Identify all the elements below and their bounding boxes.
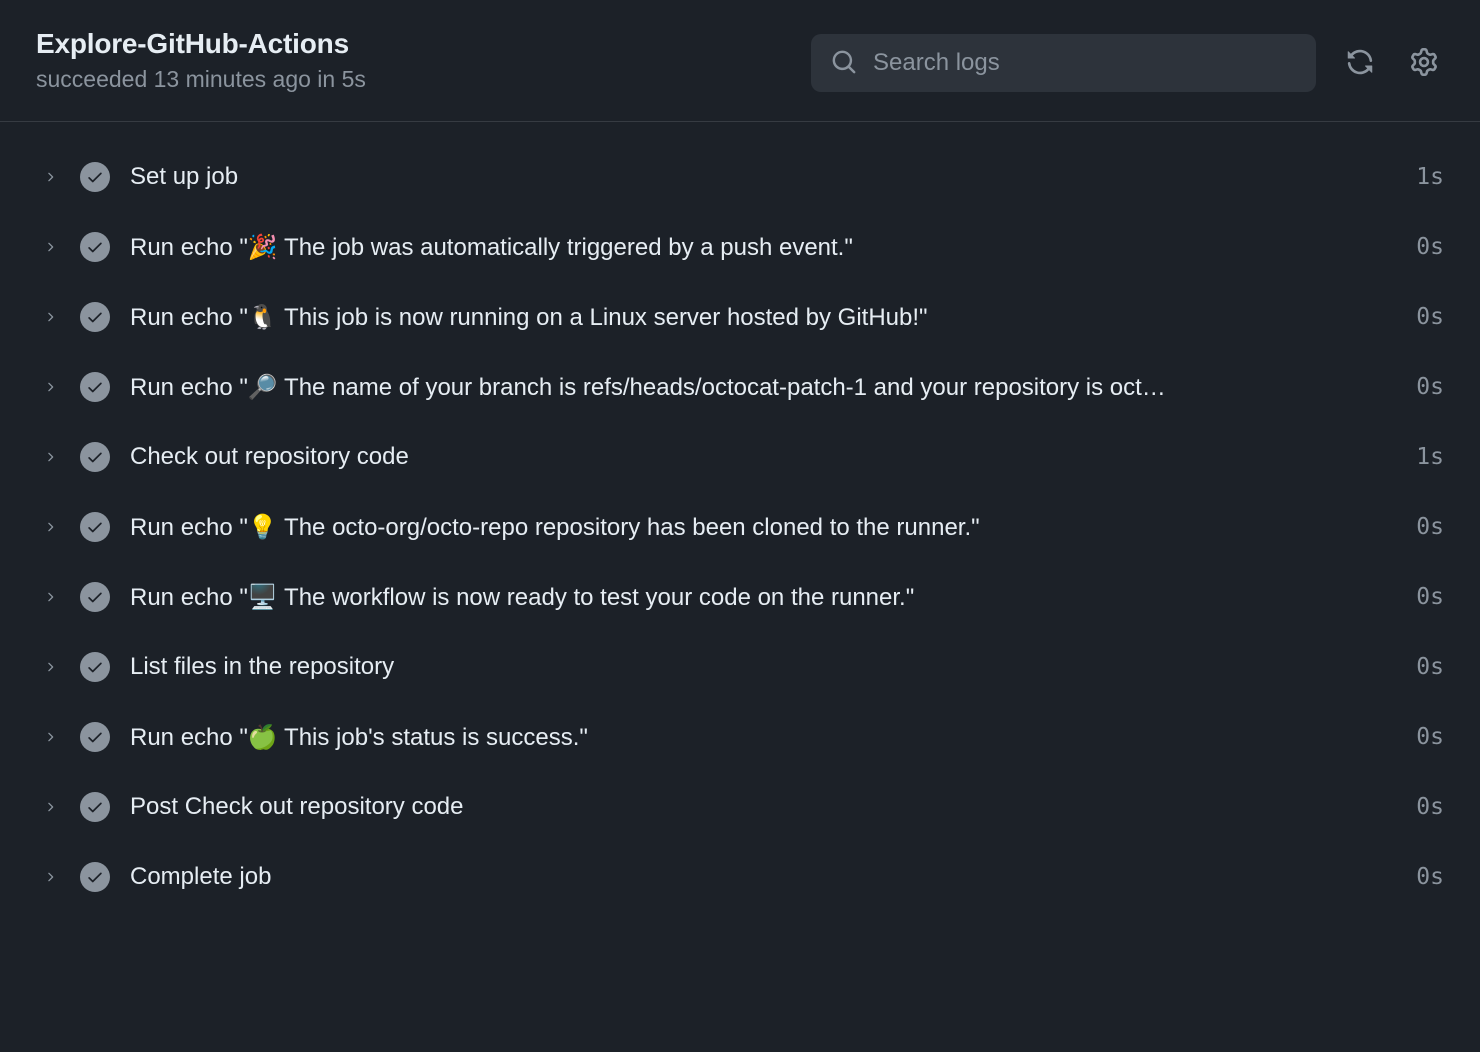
sync-icon bbox=[1346, 48, 1374, 79]
search-logs-box[interactable] bbox=[811, 34, 1316, 92]
step-row[interactable]: List files in the repository 0s bbox=[0, 632, 1480, 702]
chevron-right-icon bbox=[40, 447, 60, 467]
step-label: Run echo "🐧 This job is now running on a… bbox=[130, 303, 1396, 332]
check-success-icon bbox=[80, 162, 110, 192]
step-row[interactable]: Complete job 0s bbox=[0, 842, 1480, 912]
step-duration: 0s bbox=[1416, 374, 1444, 400]
chevron-right-icon bbox=[40, 797, 60, 817]
step-duration: 1s bbox=[1416, 164, 1444, 190]
step-duration: 0s bbox=[1416, 514, 1444, 540]
step-duration: 0s bbox=[1416, 724, 1444, 750]
chevron-right-icon bbox=[40, 587, 60, 607]
chevron-right-icon bbox=[40, 517, 60, 537]
check-success-icon bbox=[80, 792, 110, 822]
step-label: Check out repository code bbox=[130, 443, 1396, 471]
step-label: Set up job bbox=[130, 163, 1396, 191]
check-success-icon bbox=[80, 652, 110, 682]
page-title: Explore-GitHub-Actions bbox=[36, 28, 366, 60]
check-success-icon bbox=[80, 582, 110, 612]
check-success-icon bbox=[80, 302, 110, 332]
check-success-icon bbox=[80, 862, 110, 892]
step-duration: 0s bbox=[1416, 584, 1444, 610]
step-row[interactable]: Check out repository code 1s bbox=[0, 422, 1480, 492]
check-success-icon bbox=[80, 232, 110, 262]
header-titles: Explore-GitHub-Actions succeeded 13 minu… bbox=[36, 28, 366, 93]
step-row[interactable]: Run echo "🎉 The job was automatically tr… bbox=[0, 212, 1480, 282]
step-row[interactable]: Post Check out repository code 0s bbox=[0, 772, 1480, 842]
page-subtitle: succeeded 13 minutes ago in 5s bbox=[36, 66, 366, 93]
chevron-right-icon bbox=[40, 657, 60, 677]
step-label: Complete job bbox=[130, 863, 1396, 891]
step-duration: 0s bbox=[1416, 654, 1444, 680]
chevron-right-icon bbox=[40, 307, 60, 327]
step-row[interactable]: Run echo "🍏 This job's status is success… bbox=[0, 702, 1480, 772]
chevron-right-icon bbox=[40, 167, 60, 187]
search-input[interactable] bbox=[873, 49, 1296, 77]
check-success-icon bbox=[80, 722, 110, 752]
step-duration: 0s bbox=[1416, 234, 1444, 260]
check-success-icon bbox=[80, 372, 110, 402]
step-duration: 0s bbox=[1416, 304, 1444, 330]
step-row[interactable]: Run echo "🖥️ The workflow is now ready t… bbox=[0, 562, 1480, 632]
refresh-button[interactable] bbox=[1340, 42, 1380, 85]
step-label: Post Check out repository code bbox=[130, 793, 1396, 821]
settings-button[interactable] bbox=[1404, 42, 1444, 85]
check-success-icon bbox=[80, 512, 110, 542]
step-row[interactable]: Set up job 1s bbox=[0, 142, 1480, 212]
step-label: Run echo "🍏 This job's status is success… bbox=[130, 723, 1396, 752]
step-label: Run echo "💡 The octo-org/octo-repo repos… bbox=[130, 513, 1396, 542]
chevron-right-icon bbox=[40, 237, 60, 257]
header-actions bbox=[811, 34, 1444, 92]
step-duration: 0s bbox=[1416, 864, 1444, 890]
step-label: Run echo "🖥️ The workflow is now ready t… bbox=[130, 583, 1396, 612]
step-duration: 1s bbox=[1416, 444, 1444, 470]
gear-icon bbox=[1410, 48, 1438, 79]
step-row[interactable]: Run echo "🔎 The name of your branch is r… bbox=[0, 352, 1480, 422]
chevron-right-icon bbox=[40, 727, 60, 747]
step-label: Run echo "🎉 The job was automatically tr… bbox=[130, 233, 1396, 262]
search-icon bbox=[831, 49, 857, 78]
chevron-right-icon bbox=[40, 377, 60, 397]
check-success-icon bbox=[80, 442, 110, 472]
step-row[interactable]: Run echo "💡 The octo-org/octo-repo repos… bbox=[0, 492, 1480, 562]
steps-list: Set up job 1s Run echo "🎉 The job was au… bbox=[0, 122, 1480, 932]
page-header: Explore-GitHub-Actions succeeded 13 minu… bbox=[0, 0, 1480, 122]
step-row[interactable]: Run echo "🐧 This job is now running on a… bbox=[0, 282, 1480, 352]
step-label: List files in the repository bbox=[130, 653, 1396, 681]
step-label: Run echo "🔎 The name of your branch is r… bbox=[130, 373, 1396, 402]
step-duration: 0s bbox=[1416, 794, 1444, 820]
chevron-right-icon bbox=[40, 867, 60, 887]
